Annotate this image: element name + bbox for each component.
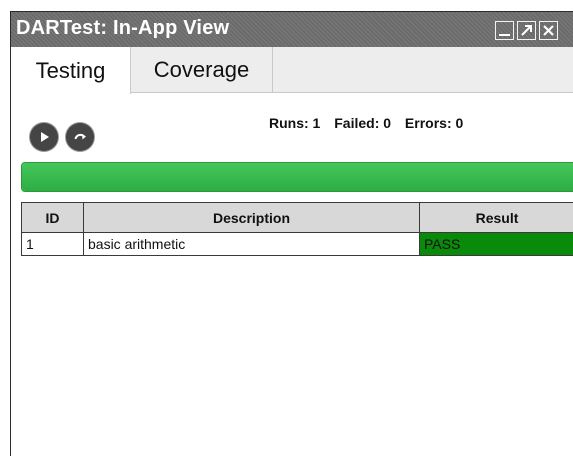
progress-fill: [22, 163, 573, 191]
rerun-tests-button[interactable]: [66, 123, 94, 151]
maximize-icon: [521, 25, 532, 36]
close-button[interactable]: [539, 21, 558, 40]
cell-id: 1: [21, 232, 84, 256]
test-stats: Runs: 1 Failed: 0 Errors: 0: [269, 115, 473, 131]
window-title: DARTest: In-App View: [16, 17, 230, 39]
column-header-result[interactable]: Result: [419, 202, 573, 233]
cell-description: basic arithmetic: [83, 232, 420, 256]
cell-result: PASS: [419, 232, 573, 256]
table-header-row: ID Description Result: [21, 202, 573, 233]
tab-coverage[interactable]: Coverage: [131, 47, 273, 93]
errors-count: Errors: 0: [404, 115, 464, 131]
minimize-button[interactable]: [495, 21, 514, 40]
results-table: ID Description Result 1 basic arithmetic…: [21, 202, 573, 256]
close-icon: [543, 25, 554, 36]
maximize-button[interactable]: [517, 21, 536, 40]
minimize-icon: [499, 34, 510, 36]
play-icon: [41, 132, 49, 142]
rerun-icon: [74, 133, 86, 140]
tab-bar: Testing Coverage: [11, 47, 573, 94]
column-header-description[interactable]: Description: [83, 202, 420, 233]
run-tests-button[interactable]: [30, 123, 58, 151]
column-header-id[interactable]: ID: [21, 202, 84, 233]
failed-count: Failed: 0: [334, 115, 392, 131]
dartest-window: DARTest: In-App View Testing Coverage Ru…: [10, 11, 573, 456]
runs-count: Runs: 1: [269, 115, 321, 131]
test-progress-bar: [21, 162, 573, 192]
table-row[interactable]: 1 basic arithmetic PASS: [21, 232, 573, 256]
title-bar[interactable]: DARTest: In-App View: [11, 12, 573, 47]
tab-testing[interactable]: Testing: [11, 47, 131, 94]
